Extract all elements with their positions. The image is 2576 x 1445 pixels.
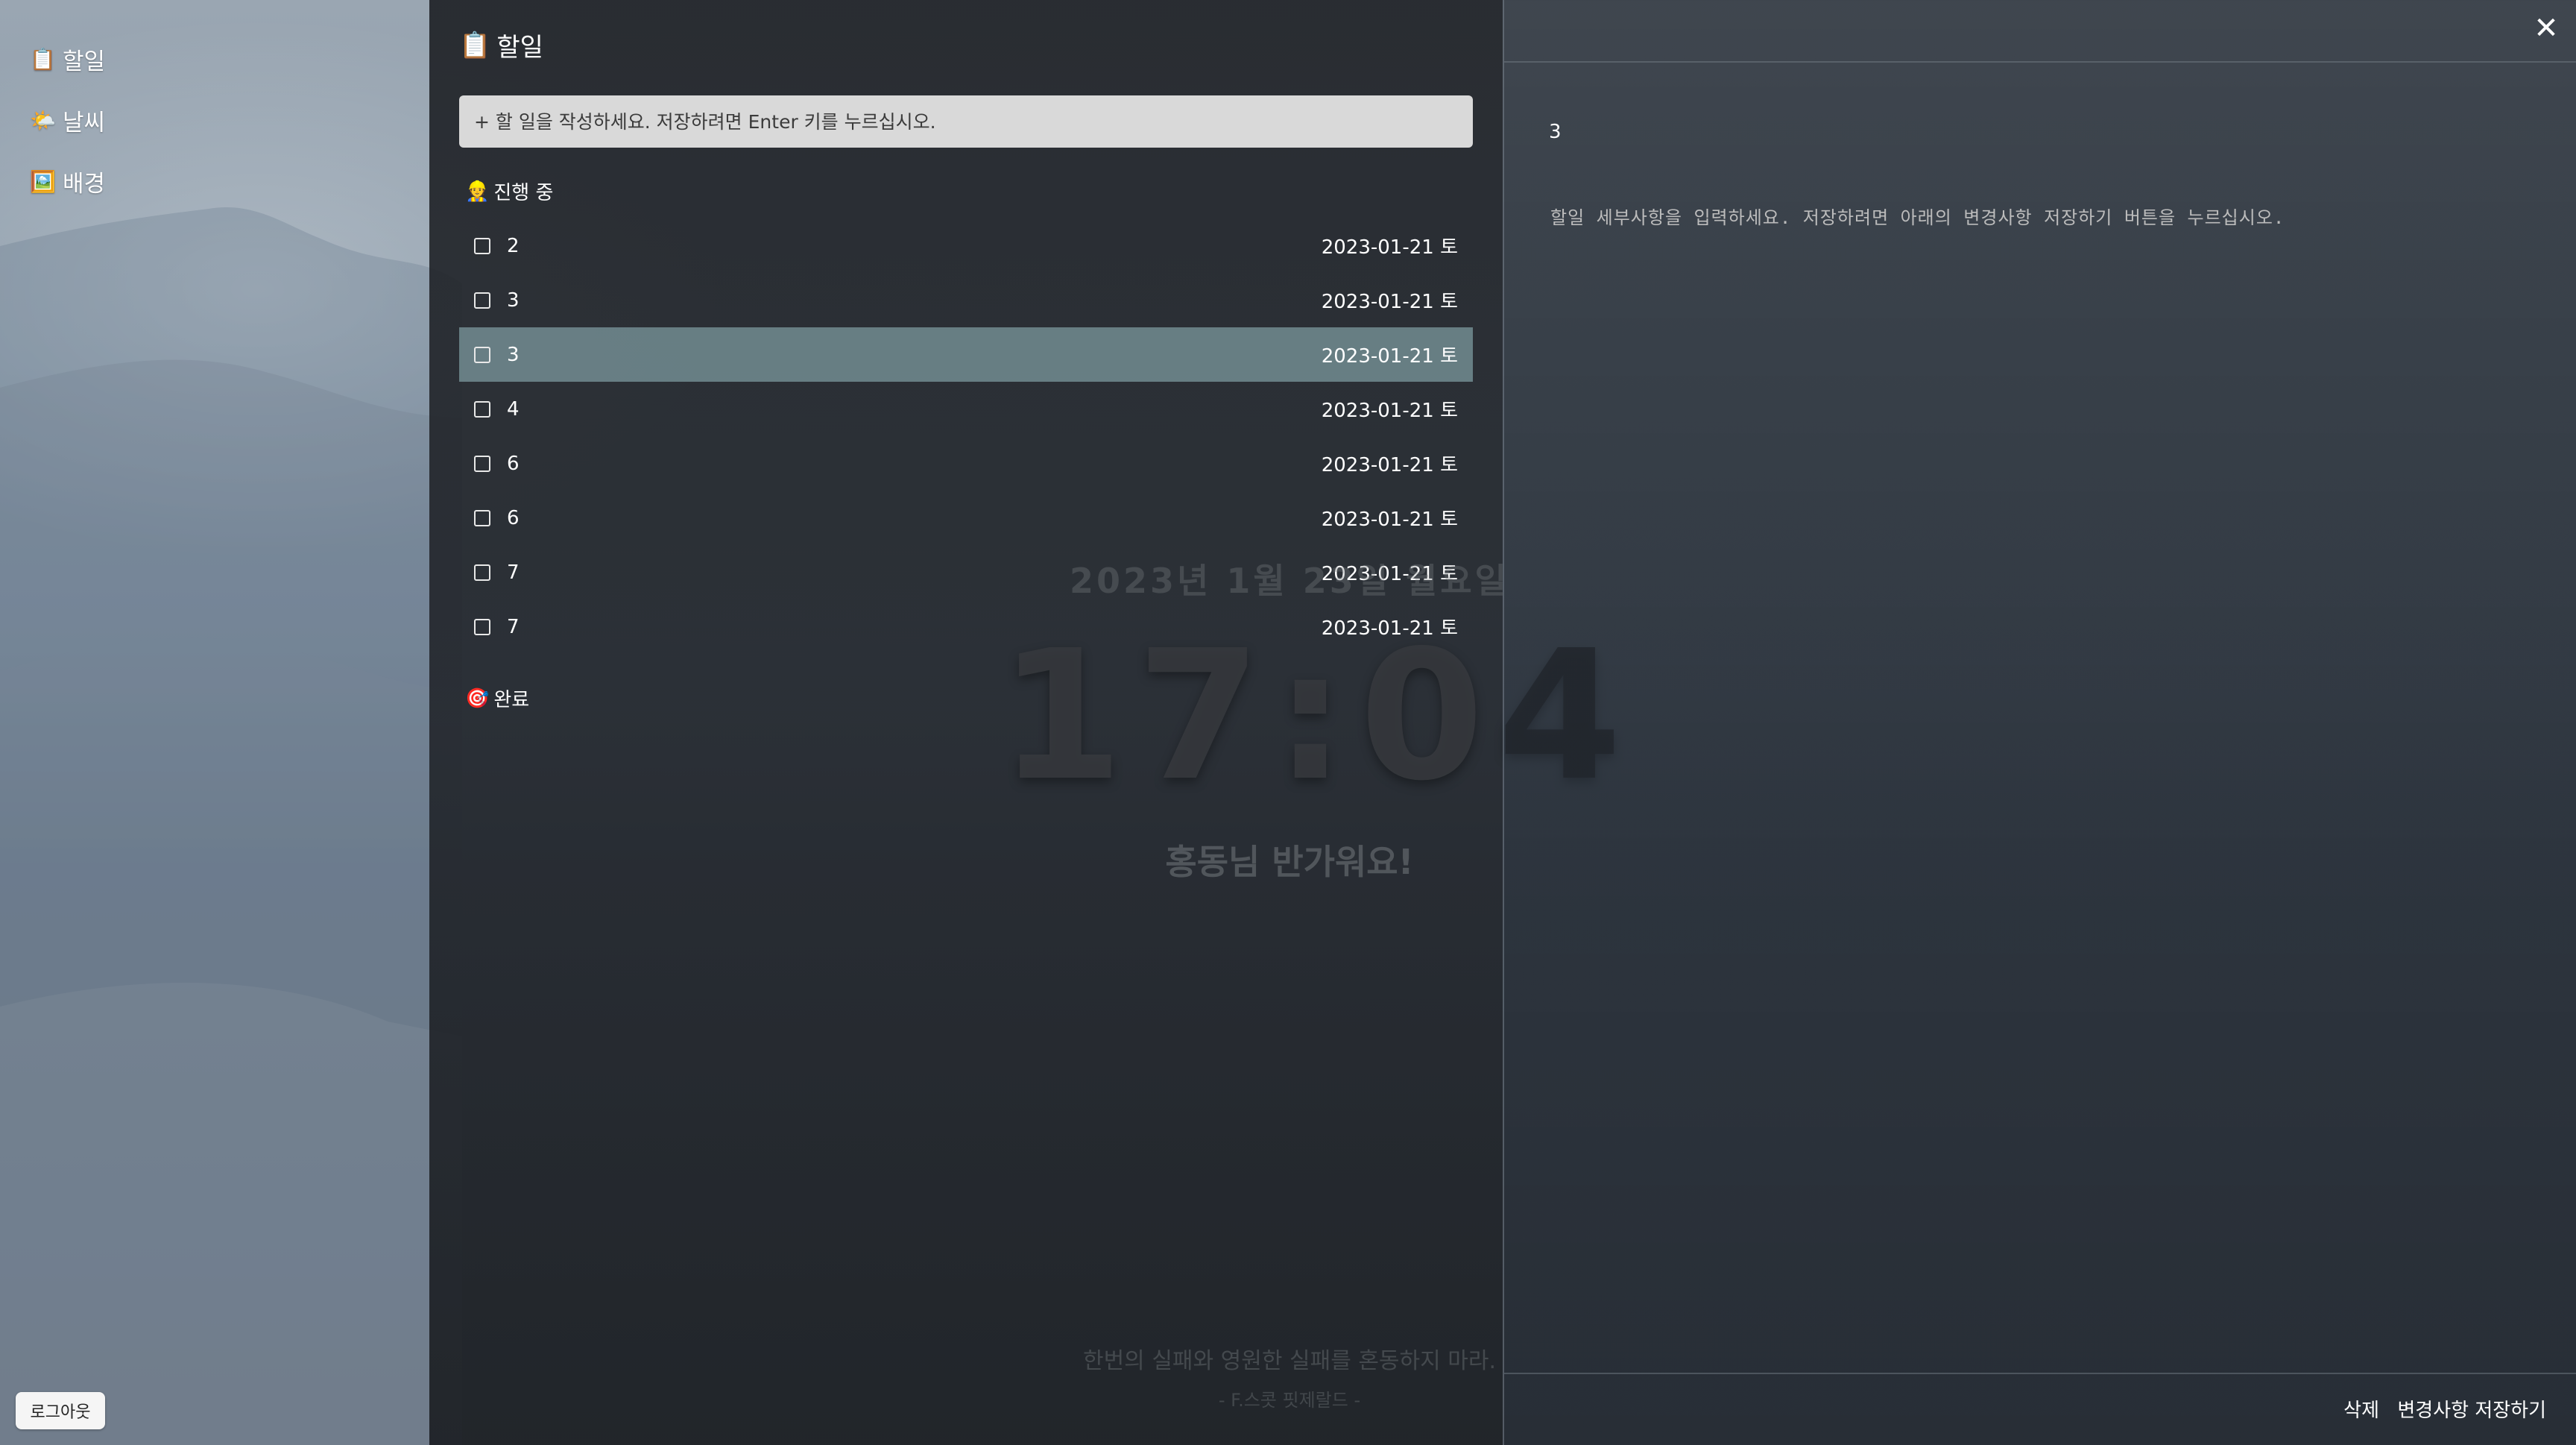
section-label: 완료 xyxy=(493,689,530,711)
todo-text: 3 xyxy=(507,343,520,366)
todo-date: 2023-01-21 토 xyxy=(1321,236,1458,259)
close-icon[interactable]: ✕ xyxy=(2528,10,2564,46)
detail-panel: ✕ 3 삭제 변경사항 저장하기 xyxy=(1503,0,2576,1445)
save-changes-button[interactable]: 변경사항 저장하기 xyxy=(2397,1395,2546,1423)
todo-row[interactable]: 2 2023-01-21 토 xyxy=(459,218,1473,273)
todo-text: 4 xyxy=(507,397,520,421)
sidebar-item-weather[interactable]: 🌤️ 날씨 xyxy=(0,89,429,151)
sidebar: 📋 할일 🌤️ 날씨 🖼️ 배경 xyxy=(0,0,429,1445)
todo-checkbox[interactable] xyxy=(474,237,490,254)
clipboard-icon: 📋 xyxy=(459,30,491,60)
todo-text: 6 xyxy=(507,452,520,475)
todo-row-selected[interactable]: 3 2023-01-21 토 xyxy=(459,327,1473,382)
worker-icon: 👷 xyxy=(465,180,490,203)
target-icon: 🎯 xyxy=(465,687,490,710)
delete-button[interactable]: 삭제 xyxy=(2343,1395,2379,1423)
section-label: 진행 중 xyxy=(493,182,554,204)
todo-checkbox[interactable] xyxy=(474,509,490,526)
detail-footer: 삭제 변경사항 저장하기 xyxy=(1504,1373,2576,1445)
todo-checkbox[interactable] xyxy=(474,292,490,309)
todo-row[interactable]: 6 2023-01-21 토 xyxy=(459,491,1473,545)
sidebar-item-todo[interactable]: 📋 할일 xyxy=(0,28,429,89)
clock-date: 2023년 1월 23일 월요일 xyxy=(1069,561,1509,601)
picture-icon: 🖼️ xyxy=(30,169,56,194)
detail-title[interactable]: 3 xyxy=(1549,121,1562,143)
todo-checkbox[interactable] xyxy=(474,618,490,635)
detail-header: ✕ xyxy=(1504,0,2576,63)
todo-date: 2023-01-21 토 xyxy=(1321,291,1458,313)
todo-date: 2023-01-21 토 xyxy=(1321,400,1458,422)
section-in-progress: 👷 진행 중 xyxy=(465,177,553,205)
todo-date: 2023-01-21 토 xyxy=(1321,509,1458,531)
logout-button[interactable]: 로그아웃 xyxy=(16,1392,105,1429)
todo-checkbox[interactable] xyxy=(474,346,490,363)
page-title-text: 할일 xyxy=(496,33,543,63)
sidebar-item-label: 배경 xyxy=(63,170,106,198)
weather-icon: 🌤️ xyxy=(30,107,56,133)
new-todo-input[interactable] xyxy=(459,95,1473,148)
todo-text: 3 xyxy=(507,289,520,312)
todo-row[interactable]: 4 2023-01-21 토 xyxy=(459,382,1473,436)
clock-time: 17:04 xyxy=(999,611,1635,820)
greeting-text: 홍동님 반가워요! xyxy=(1165,842,1414,882)
todo-date: 2023-01-21 토 xyxy=(1321,345,1458,368)
todo-row[interactable]: 6 2023-01-21 토 xyxy=(459,436,1473,491)
todo-row[interactable]: 3 2023-01-21 토 xyxy=(459,273,1473,327)
todo-checkbox[interactable] xyxy=(474,455,490,472)
sidebar-item-background[interactable]: 🖼️ 배경 xyxy=(0,151,429,212)
clipboard-icon: 📋 xyxy=(30,46,56,72)
todo-checkbox[interactable] xyxy=(474,564,490,581)
todo-date: 2023-01-21 토 xyxy=(1321,454,1458,476)
section-done: 🎯 완료 xyxy=(465,684,529,712)
sidebar-item-label: 날씨 xyxy=(63,109,106,136)
todo-checkbox[interactable] xyxy=(474,400,490,418)
page-title: 📋 할일 xyxy=(459,27,543,63)
todo-text: 6 xyxy=(507,506,520,529)
todo-text: 2 xyxy=(507,234,520,257)
sidebar-item-label: 할일 xyxy=(63,48,106,75)
detail-textarea[interactable] xyxy=(1549,201,2536,1323)
